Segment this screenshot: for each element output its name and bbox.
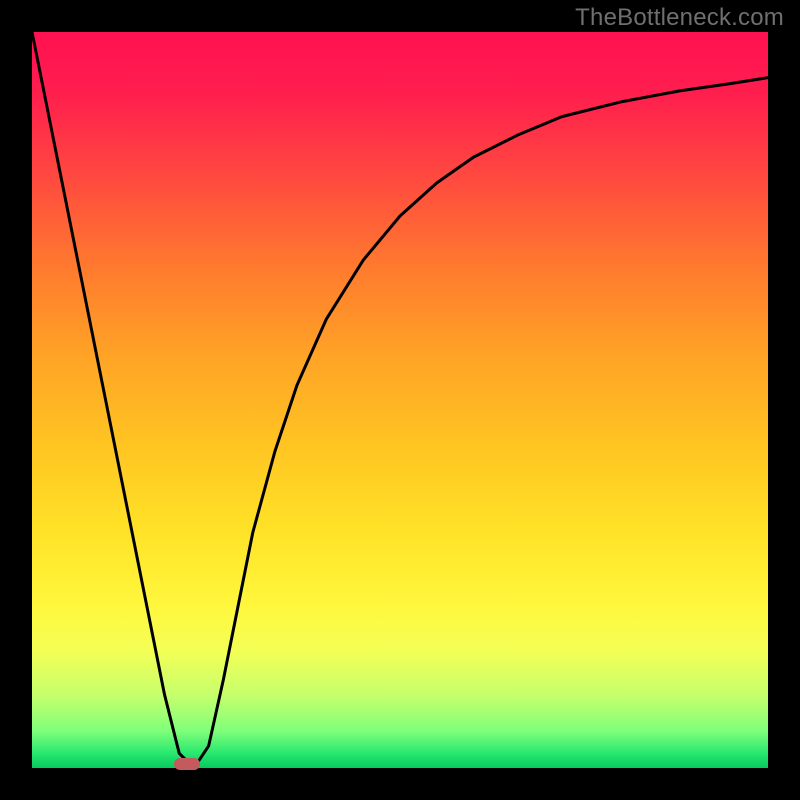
bottleneck-curve — [32, 32, 768, 768]
watermark-text: TheBottleneck.com — [575, 4, 784, 32]
minimum-marker — [174, 758, 200, 770]
plot-area — [32, 32, 768, 768]
chart-frame: TheBottleneck.com — [0, 0, 800, 800]
